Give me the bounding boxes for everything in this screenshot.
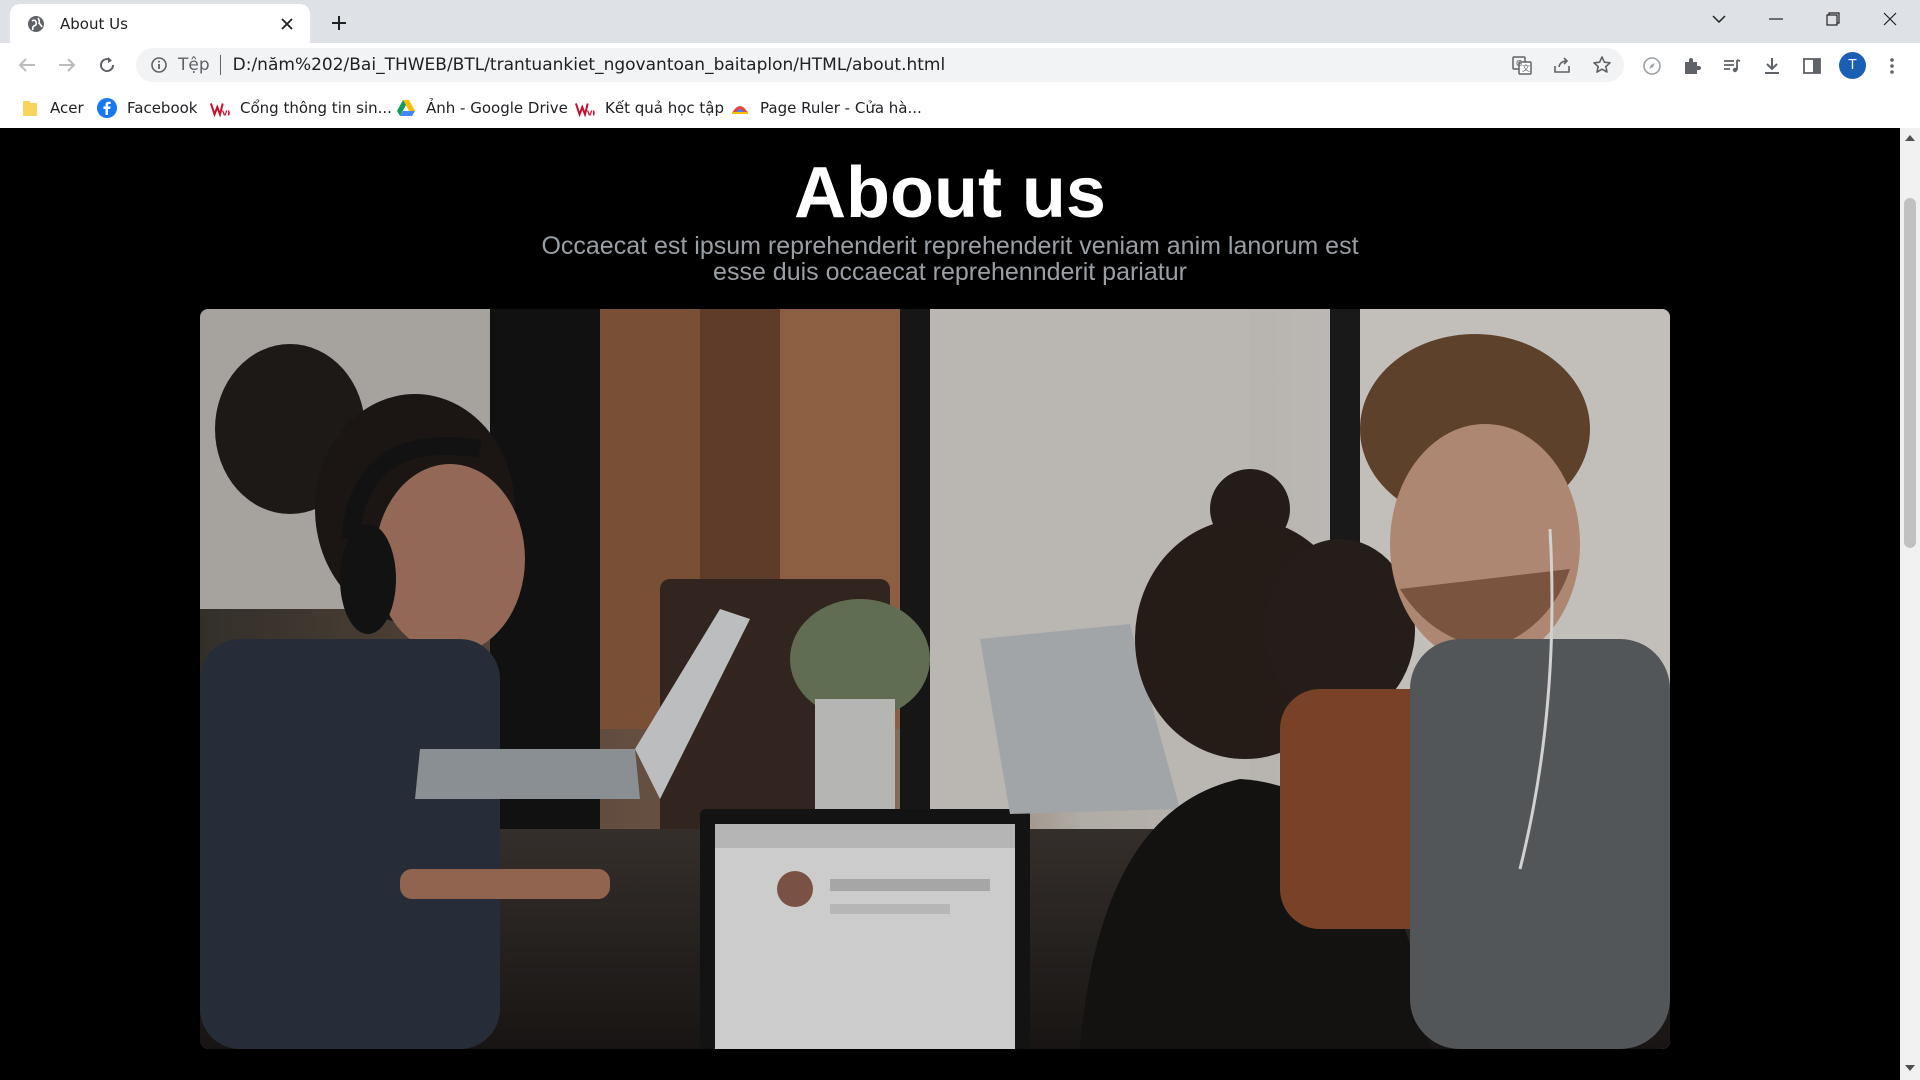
restore-icon[interactable] [1805,0,1861,38]
svg-text:VH: VH [222,108,230,117]
minimize-icon[interactable] [1748,0,1804,38]
side-panel-icon[interactable] [1797,51,1827,81]
profile-avatar[interactable]: T [1839,52,1866,79]
compass-extension-icon[interactable] [1637,51,1667,81]
browser-toolbar: Tệp D:/năm%202/Bai_THWEB/BTL/trantuankie… [0,43,1920,87]
bookmark-facebook[interactable]: Facebook [97,96,197,120]
address-url[interactable]: D:/năm%202/Bai_THWEB/BTL/trantuankiet_ng… [233,55,946,75]
tab-title: About Us [60,14,128,33]
bookmark-page-ruler[interactable]: Page Ruler - Cửa hà... [730,96,922,120]
close-window-icon[interactable] [1862,0,1918,38]
share-icon[interactable] [1548,51,1576,79]
forward-arrow-icon[interactable] [52,50,82,80]
address-scheme: Tệp [178,55,210,75]
translate-icon[interactable]: G文 [1508,51,1536,79]
scrollbar-thumb[interactable] [1904,198,1916,548]
vertical-scrollbar[interactable] [1900,128,1920,1080]
new-tab-button[interactable] [324,8,354,38]
address-bar[interactable]: Tệp D:/năm%202/Bai_THWEB/BTL/trantuankie… [136,48,1624,82]
bookmark-label: Cổng thông tin sin... [240,99,392,117]
folder-icon [20,98,40,118]
vu-logo-icon: VH [210,98,230,118]
media-control-icon[interactable] [1717,51,1747,81]
google-drive-icon [396,98,416,118]
tab-search-icon[interactable] [1691,0,1747,38]
scroll-up-arrow-icon[interactable] [1904,132,1916,144]
bookmark-label: Page Ruler - Cửa hà... [760,99,922,117]
team-photo [200,309,1670,1049]
page-viewport: About us Occaecat est ipsum reprehenderi… [0,128,1900,1080]
download-icon[interactable] [1757,51,1787,81]
bookmark-label: Facebook [127,99,198,117]
globe-icon [26,14,46,34]
bookmarks-bar: Acer Facebook VH Cổng thông tin sin... Ả… [0,87,1920,128]
bookmark-google-drive[interactable]: Ảnh - Google Drive [396,96,568,120]
bookmark-label: Ảnh - Google Drive [426,99,568,117]
tab-about-us[interactable]: About Us [10,4,310,43]
facebook-icon [97,98,117,118]
reload-icon[interactable] [92,50,122,80]
page-title: About us [794,153,1106,233]
bookmark-acer[interactable]: Acer [20,96,84,120]
more-menu-icon[interactable] [1877,51,1907,81]
back-arrow-icon[interactable] [12,50,42,80]
scroll-down-arrow-icon[interactable] [1904,1062,1916,1074]
bookmark-star-icon[interactable] [1588,51,1616,79]
page-subtitle: Occaecat est ipsum reprehenderit reprehe… [541,232,1359,286]
bookmark-label: Acer [50,99,84,117]
tab-strip: About Us [0,0,1920,43]
close-tab-icon[interactable] [276,13,298,35]
bookmark-ket-qua-hoc-tap[interactable]: VH Kết quả học tập [575,96,724,120]
bookmark-cong-thong-tin[interactable]: VH Cổng thông tin sin... [210,96,392,120]
info-icon[interactable] [150,56,168,74]
svg-text:VH: VH [587,108,595,117]
address-separator [219,55,221,75]
extensions-puzzle-icon[interactable] [1677,51,1707,81]
page-ruler-icon [730,98,750,118]
vu-logo-icon: VH [575,98,595,118]
svg-text:文: 文 [1522,63,1530,73]
bookmark-label: Kết quả học tập [605,99,724,117]
